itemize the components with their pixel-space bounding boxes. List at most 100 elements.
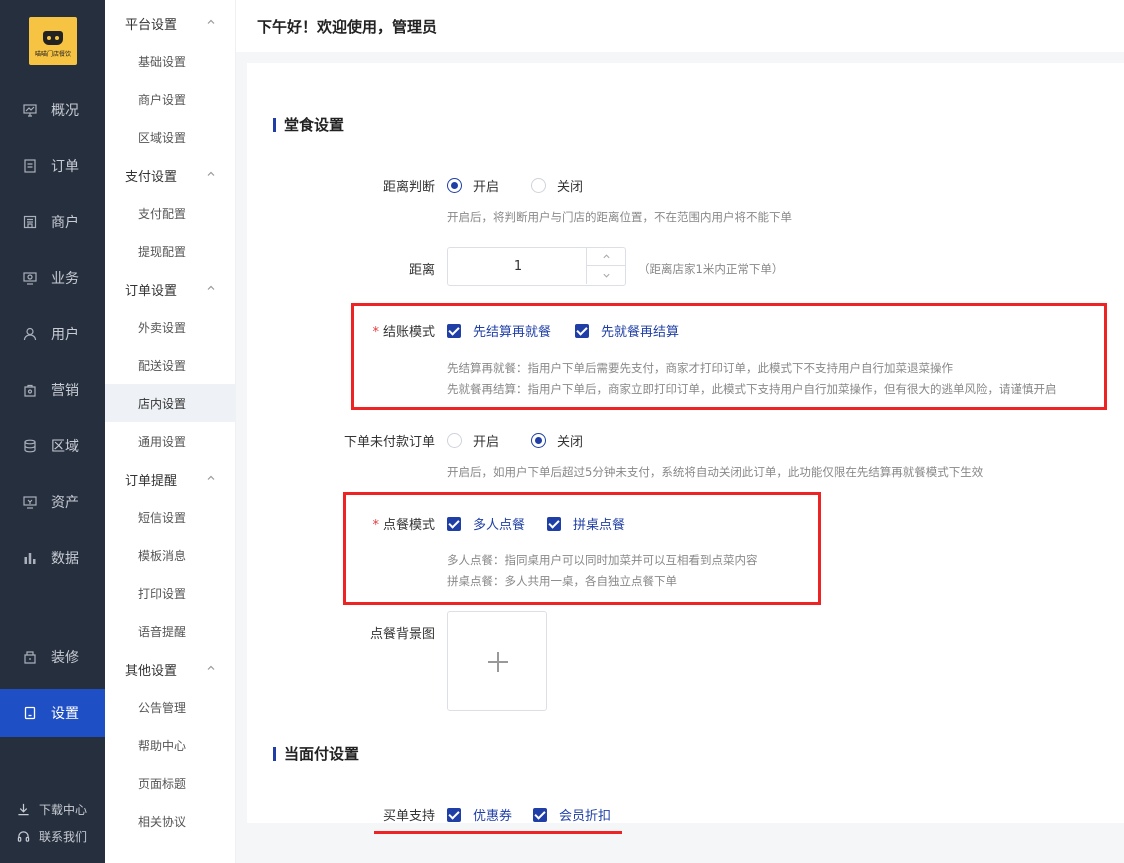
submenu-group-platform[interactable]: 平台设置 [105,4,236,42]
chevron-up-icon [602,254,610,259]
required-mark: * [372,325,379,340]
nav-item-marketing[interactable]: 营销 [0,366,105,414]
order-mode-label: * 点餐模式 [300,514,435,533]
checkbox-label: 先结算再就餐 [473,325,552,340]
submenu-item-sms[interactable]: 短信设置 [105,498,236,536]
section-accent-bar [273,117,276,132]
submenu-item-pay-config[interactable]: 支付配置 [105,194,236,232]
nav-item-assets[interactable]: 资产 [0,478,105,526]
submenu-item-template[interactable]: 模板消息 [105,536,236,574]
face-pay-section-title: 当面付设置 [273,743,359,764]
submenu-item-agreements[interactable]: 相关协议 [105,802,236,840]
pay-first-checkbox[interactable]: 先结算再就餐 [447,321,551,340]
nav-item-label: 营销 [51,383,79,399]
submenu-item-region[interactable]: 区域设置 [105,118,236,156]
submenu-item-label: 店内设置 [138,396,187,411]
submenu-item-merchant[interactable]: 商户设置 [105,80,236,118]
checkbox-label: 拼桌点餐 [573,518,626,533]
eat-first-checkbox[interactable]: 先就餐再结算 [575,321,679,340]
submenu-item-print[interactable]: 打印设置 [105,574,236,612]
distance-check-on-radio[interactable]: 开启 [447,176,499,195]
submenu-group-label: 其他设置 [125,663,178,679]
settings-icon [23,706,37,720]
checkbox-checked-icon [575,323,589,338]
distance-stepper[interactable]: 1 [447,247,626,286]
distance-hint: （距离店家1米内正常下单） [638,262,784,276]
contact-us-link[interactable]: 联系我们 [17,828,87,845]
nav-item-users[interactable]: 用户 [0,310,105,358]
submenu-item-dine-in[interactable]: 店内设置 [105,384,236,422]
shop-icon [23,215,37,229]
submenu-item-withdraw[interactable]: 提现配置 [105,232,236,270]
unpaid-order-hint: 开启后，如用户下单后超过5分钟未支付，系统将自动关闭此订单，此功能仅限在先结算再… [447,465,984,479]
coupon-checkbox[interactable]: 优惠券 [447,805,512,824]
nav-item-regions[interactable]: 区域 [0,422,105,470]
nav-item-data[interactable]: 数据 [0,534,105,582]
submenu-group-reminders[interactable]: 订单提醒 [105,460,236,498]
nav-item-label: 设置 [51,706,79,722]
submenu-item-notice[interactable]: 公告管理 [105,688,236,726]
submenu-item-takeout[interactable]: 外卖设置 [105,308,236,346]
app-logo[interactable]: 喵喵门店餐饮 [29,17,77,65]
submenu-item-page-title[interactable]: 页面标题 [105,764,236,802]
shared-table-order-checkbox[interactable]: 拼桌点餐 [547,514,625,533]
unpaid-order-label: 下单未付款订单 [343,435,435,450]
nav-item-label: 用户 [51,327,79,343]
submenu-item-basic[interactable]: 基础设置 [105,42,236,80]
submenu-group-orders[interactable]: 订单设置 [105,270,236,308]
order-icon [23,159,37,173]
increment-button[interactable] [586,248,625,266]
nav-item-orders[interactable]: 订单 [0,142,105,190]
unpaid-order-on-radio[interactable]: 开启 [447,431,499,450]
checkout-mode-hint-1: 先结算再就餐：指用户下单后需要先支付，商家才打印订单，此模式下不支持用户自行加菜… [447,361,953,375]
chevron-down-icon [602,273,610,278]
member-discount-checkbox[interactable]: 会员折扣 [533,805,611,824]
submenu-item-voice[interactable]: 语音提醒 [105,612,236,650]
nav-item-business[interactable]: 业务 [0,254,105,302]
logo-text: 喵喵门店餐饮 [34,51,71,58]
multi-user-order-checkbox[interactable]: 多人点餐 [447,514,525,533]
submenu-group-label: 支付设置 [125,169,178,185]
submenu-item-label: 语音提醒 [138,624,187,639]
nav-item-settings[interactable]: 设置 [0,689,105,737]
settings-submenu: 平台设置 基础设置 商户设置 区域设置 支付设置 支付配置 提现配置 订单设置 … [105,0,236,863]
checkbox-label: 优惠券 [473,809,513,824]
unpaid-order-off-radio[interactable]: 关闭 [531,431,583,450]
section-accent-bar [273,746,276,761]
submenu-group-payment[interactable]: 支付设置 [105,156,236,194]
checkbox-checked-icon [447,323,461,338]
nav-item-merchants[interactable]: 商户 [0,198,105,246]
logo-mark-icon [43,31,63,45]
main-nav: 喵喵门店餐饮 概况 订单 商户 业务 用户 营销 区域 资产 数据 装修 设置 … [0,0,105,863]
radio-dot [447,433,462,448]
distance-check-off-radio[interactable]: 关闭 [531,176,583,195]
submenu-item-help[interactable]: 帮助中心 [105,726,236,764]
section-title-text: 堂食设置 [284,116,345,134]
radio-label: 关闭 [557,435,584,450]
nav-item-overview[interactable]: 概况 [0,86,105,134]
nav-item-decorate[interactable]: 装修 [0,633,105,681]
distance-check-hint: 开启后，将判断用户与门店的距离位置，不在范围内用户将不能下单 [447,210,792,224]
order-mode-hint-1: 多人点餐：指同桌用户可以同时加菜并可以互相看到点菜内容 [447,553,758,567]
user-icon [23,327,37,341]
pay-support-label: 买单支持 [382,809,435,824]
chevron-up-icon [207,19,215,24]
submenu-item-delivery[interactable]: 配送设置 [105,346,236,384]
download-icon [18,803,29,816]
distance-label: 距离 [408,263,435,278]
submenu-item-label: 打印设置 [138,586,187,601]
section-title-text: 当面付设置 [284,745,360,763]
assets-icon [23,495,37,509]
background-upload-button[interactable] [447,611,547,711]
nav-item-label: 商户 [51,215,79,231]
submenu-item-label: 公告管理 [138,700,187,715]
checkbox-label: 先就餐再结算 [601,325,680,340]
submenu-group-other[interactable]: 其他设置 [105,650,236,688]
decrement-button[interactable] [586,266,625,284]
distance-value[interactable]: 1 [448,248,588,285]
download-center-link[interactable]: 下载中心 [17,801,87,818]
contact-us-label: 联系我们 [39,830,88,844]
checkbox-checked-icon [447,807,461,822]
submenu-item-general[interactable]: 通用设置 [105,422,236,460]
top-header: 下午好！欢迎使用，管理员 [236,0,1124,52]
